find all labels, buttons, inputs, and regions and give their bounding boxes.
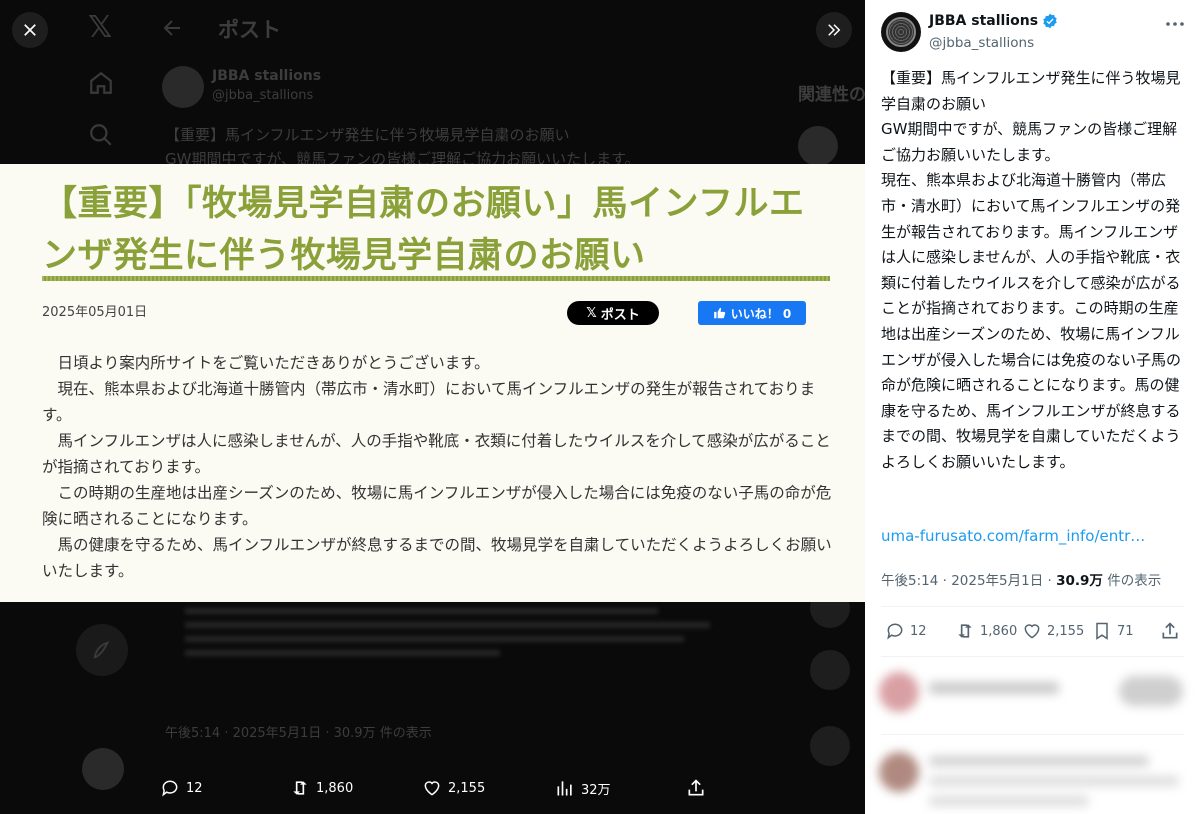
- media-paragraph: 馬の健康を守るため、馬インフルエンザが終息するまでの間、牧場見学を自粛していただ…: [42, 536, 832, 580]
- like-icon: [424, 781, 440, 796]
- reply-count: 12: [186, 780, 203, 796]
- bg-related-avatar-4: [810, 726, 850, 766]
- close-button[interactable]: [12, 12, 48, 48]
- avatar-image: [886, 17, 916, 47]
- search-icon: [90, 124, 112, 146]
- back-arrow-icon: [163, 20, 180, 36]
- divider: [881, 606, 1184, 607]
- repost-icon: [293, 781, 307, 795]
- author-name: JBBA stallions: [929, 13, 1039, 29]
- view-count-suffix: 件の表示: [1102, 573, 1162, 589]
- bg-related-heading: 関連性の: [798, 85, 865, 105]
- x-post-button: 𝕏 ポスト: [567, 301, 659, 325]
- collapse-panel-icon: [828, 24, 841, 36]
- tweet-meta: 午後5:14 · 2025年5月1日 · 30.9万 件の表示: [881, 569, 1161, 589]
- like-button[interactable]: 2,155: [422, 778, 485, 798]
- panel-reply-button[interactable]: 12: [885, 621, 927, 641]
- like-count: 2,155: [448, 780, 486, 796]
- share-button[interactable]: [686, 778, 706, 798]
- reply-icon: [162, 780, 178, 797]
- repost-button[interactable]: 1,860: [290, 778, 353, 798]
- panel-reply-count: 12: [910, 623, 927, 639]
- bookmark-icon: [1096, 622, 1108, 640]
- tweet-detail-panel: JBBA stallions @jbba_stallions 【重要】馬インフル…: [865, 0, 1200, 814]
- x-post-label: ポスト: [600, 307, 640, 323]
- views-button[interactable]: 32万: [555, 778, 611, 798]
- divider: [881, 734, 1184, 735]
- verified-icon: [1043, 13, 1057, 29]
- collapse-panel-button[interactable]: [816, 12, 852, 48]
- author-handle[interactable]: @jbba_stallions: [929, 35, 1034, 51]
- compose-icon: [76, 624, 128, 676]
- panel-like-count: 2,155: [1047, 623, 1085, 639]
- bg-author-name: JBBA stallions: [212, 68, 322, 84]
- media-paragraph: 馬インフルエンザは人に感染しませんが、人の手指や靴底・衣類に付着したウイルスを介…: [42, 432, 831, 476]
- more-icon[interactable]: [1163, 12, 1187, 36]
- tweet-link[interactable]: uma-furusato.com/farm_info/entr…: [881, 527, 1145, 545]
- bg-related-avatar-3: [810, 650, 850, 690]
- media-date: 2025年05月01日: [42, 305, 148, 320]
- reply-button[interactable]: 12: [160, 778, 203, 798]
- like-icon: [1024, 624, 1040, 639]
- blurred-reply: [879, 672, 1189, 722]
- panel-bookmark-button[interactable]: 71: [1092, 621, 1134, 641]
- share-icon: [688, 779, 704, 796]
- bg-avatar: [162, 66, 204, 108]
- author-name-row[interactable]: JBBA stallions: [929, 13, 1058, 29]
- bg-blurred-text: [185, 600, 710, 680]
- media-body: 日頃より案内所サイトをご覧いただきありがとうございます。 現在、熊本県および北海…: [42, 350, 832, 584]
- home-icon: [90, 71, 112, 94]
- panel-share-button[interactable]: [1160, 621, 1180, 641]
- panel-repost-count: 1,860: [980, 623, 1018, 639]
- views-icon: [557, 781, 572, 796]
- reply-icon: [887, 623, 903, 640]
- media-image[interactable]: 【重要】「牧場見学自粛のお願い」馬インフルエンザ発生に伴う牧場見学自粛のお願い …: [0, 164, 865, 602]
- share-icon: [1162, 622, 1178, 639]
- divider: [881, 656, 1184, 657]
- media-divider: [42, 276, 830, 281]
- repost-count: 1,860: [316, 780, 354, 796]
- x-logo-icon: 𝕏: [88, 10, 113, 45]
- fb-like-button: いいね！ 0: [698, 301, 806, 325]
- panel-like-button[interactable]: 2,155: [1022, 621, 1084, 641]
- panel-bookmark-count: 71: [1117, 623, 1134, 639]
- thumbs-up-icon: [713, 307, 725, 319]
- panel-repost-button[interactable]: 1,860: [955, 621, 1017, 641]
- close-icon: [24, 24, 36, 36]
- blurred-reply: [879, 748, 1189, 808]
- media-paragraph: 日頃より案内所サイトをご覧いただきありがとうございます。: [57, 354, 490, 372]
- x-logo-icon: 𝕏: [586, 305, 597, 321]
- tweet-timestamp[interactable]: 午後5:14 · 2025年5月1日 ·: [881, 573, 1056, 589]
- bg-footer-meta: 午後5:14 · 2025年5月1日 · 30.9万 件の表示: [165, 726, 432, 741]
- fb-like-label: いいね！ 0: [730, 306, 792, 321]
- avatar[interactable]: [881, 12, 921, 52]
- view-count: 30.9万: [1056, 573, 1103, 589]
- bg-line-1: 【重要】馬インフルエンザ発生に伴う牧場見学自粛のお願い: [165, 126, 570, 144]
- media-paragraph: 現在、熊本県および北海道十勝管内（帯広市・清水町）において馬インフルエンザの発生…: [42, 380, 816, 424]
- bg-author-handle: @jbba_stallions: [212, 88, 314, 103]
- tweet-text: 【重要】馬インフルエンザ発生に伴う牧場見学自粛のお願い GW期間中ですが、競馬フ…: [881, 69, 1182, 471]
- media-title: 【重要】「牧場見学自粛のお願い」馬インフルエンザ発生に伴う牧場見学自粛のお願い: [42, 184, 805, 276]
- media-action-bar: 12 1,860 2,155 32万: [0, 770, 865, 810]
- repost-icon: [958, 624, 972, 638]
- bg-header-title: ポスト: [218, 18, 281, 42]
- views-count: 32万: [581, 782, 611, 798]
- bg-related-avatar: [798, 126, 838, 166]
- media-paragraph: この時期の生産地は出産シーズンのため、牧場に馬インフルエンザが侵入した場合には免…: [42, 484, 832, 528]
